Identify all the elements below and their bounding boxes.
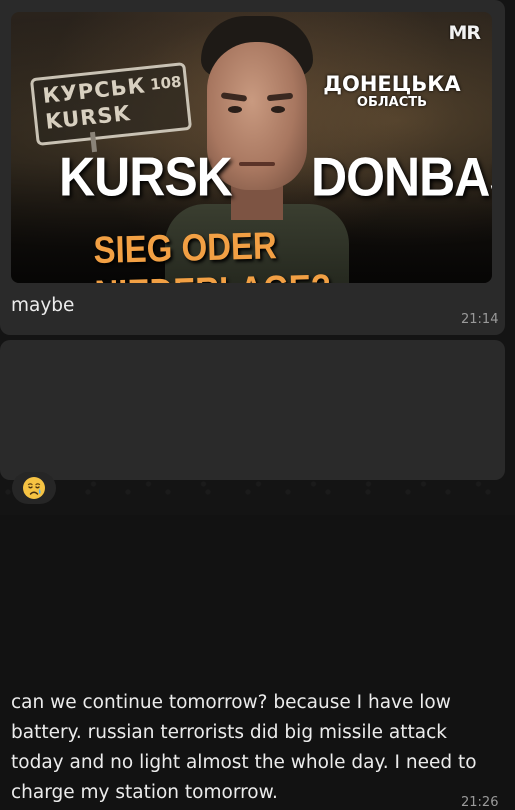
oblast-line-1: ДОНЕЦЬКА [323,72,461,96]
road-sign: КУРСЬК 108 KURSK [29,62,193,146]
sign-line-1: КУРСЬК [41,73,147,109]
message-text: maybe [11,295,75,316]
crying-face-icon [23,477,45,499]
message-text: can we continue tomorrow? because I have… [11,692,477,803]
channel-logo: MR [448,22,481,44]
oblast-label: ДОНЕЦЬКА ОБЛАСТЬ [317,72,467,110]
thumbnail-headline: SIEG ODER NIEDERLAGE? [92,223,332,283]
sign-line-2: KURSK [44,101,132,134]
thumbnail-title-left: KURSK [59,146,233,208]
message-bubble[interactable]: can we continue tomorrow? because I have… [0,340,505,810]
thumbnail-title-right: DONBAS [311,146,492,208]
video-thumbnail[interactable]: КУРСЬК 108 KURSK MR ДОНЕЦЬКА ОБЛАСТЬ KUR… [11,12,492,283]
message-time: 21:14 [461,312,499,327]
reaction-badge[interactable] [12,472,56,504]
message-bubble[interactable]: КУРСЬК 108 KURSK MR ДОНЕЦЬКА ОБЛАСТЬ KUR… [0,0,505,335]
oblast-line-2: ОБЛАСТЬ [356,95,428,110]
message-time: 21:26 [461,795,499,810]
